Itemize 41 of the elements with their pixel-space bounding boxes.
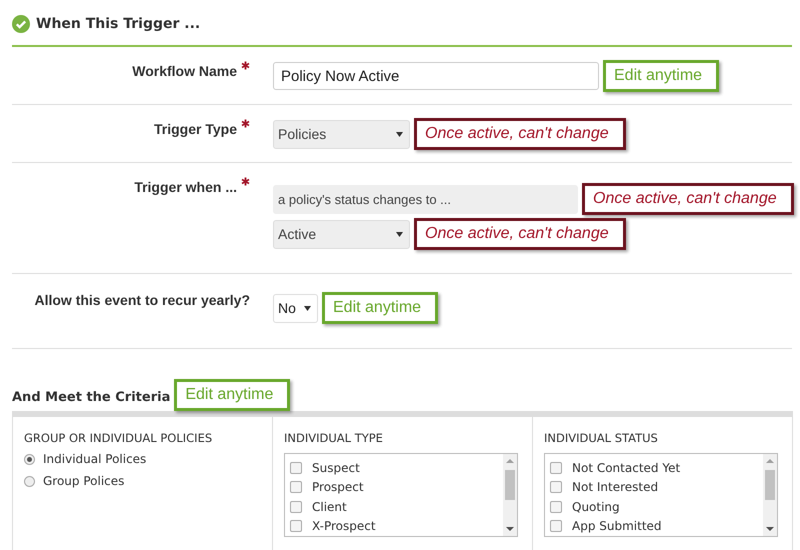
note-callout: Once active, can't change [414,218,626,250]
caret-icon [396,232,403,236]
radio-button[interactable] [24,476,35,486]
caret-icon [396,132,403,136]
note-callout: Once active, can't change [582,183,794,215]
field-label: Trigger Type [154,121,237,137]
option-label: X-Prospect [312,519,376,534]
option-label: Quoting [572,500,620,514]
option-label: Not Interested [572,480,658,494]
field-label: Allow this event to recur yearly? [34,292,250,308]
checkbox[interactable] [550,500,562,513]
field-label: Workflow Name [132,63,237,79]
column-heading: INDIVIDUAL TYPE [284,431,384,445]
option-label: Not Contacted Yet [572,460,680,475]
section-title: When This Trigger ... [36,16,200,32]
field-label: Trigger when ... [134,179,237,195]
radio-button[interactable] [24,454,35,464]
option-label: Group Polices [43,474,124,488]
option-label: Client [312,500,347,514]
checkbox[interactable] [290,481,302,494]
checkbox[interactable] [550,462,562,474]
column-heading: INDIVIDUAL STATUS [544,431,659,445]
note-callout: Edit anytime [322,292,438,324]
checkbox[interactable] [290,500,302,513]
note-callout: Edit anytime [603,60,720,92]
checkbox[interactable] [290,520,302,532]
option-label: Suspect [312,460,360,475]
caret-icon [304,306,311,310]
checkbox[interactable] [550,481,562,494]
option-label: Prospect [312,480,364,494]
dropdown[interactable]: No [273,294,318,322]
text-field[interactable]: Policy Now Active [273,62,599,90]
note-callout: Edit anytime [174,379,290,411]
column-heading: GROUP OR INDIVIDUAL POLICIES [24,431,214,445]
section-title: And Meet the Criteria [12,388,170,404]
checkbox[interactable] [550,520,562,532]
note-callout: Once active, can't change [414,118,626,150]
option-label: Individual Polices [43,452,146,466]
readonly-field: a policy's status changes to ... [273,184,578,214]
option-label: App Submitted [572,519,662,534]
checkbox[interactable] [290,462,302,474]
